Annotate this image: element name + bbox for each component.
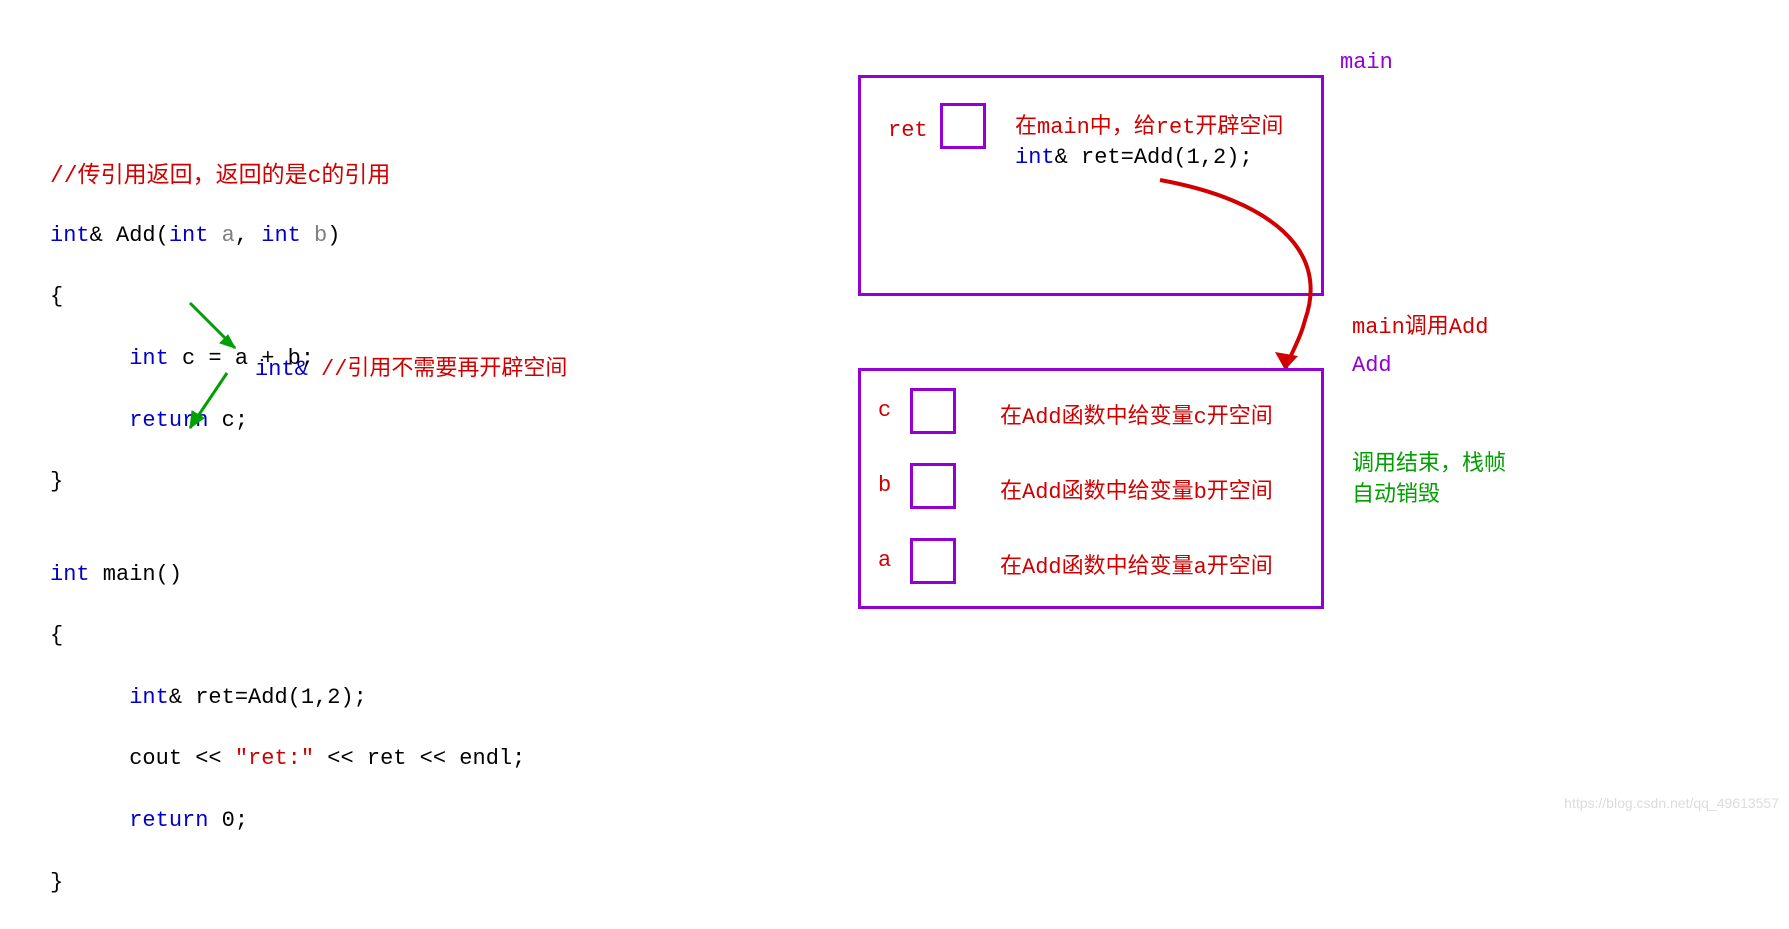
green-note-line2: 自动销毁 — [1352, 481, 1506, 512]
ret-desc: 在main中，给ret开辟空间 — [1015, 108, 1283, 140]
code-line-10: cout << "ret:" << ret << endl; — [50, 744, 525, 775]
indent — [50, 346, 129, 371]
comma: , — [235, 223, 261, 248]
indent — [50, 808, 129, 833]
param-b: b — [301, 223, 327, 248]
indent — [50, 746, 129, 771]
green-note: 调用结束，栈帧 自动销毁 — [1352, 450, 1506, 512]
a-box — [910, 538, 956, 584]
code-line-1: int& Add(int a, int b) — [50, 221, 525, 252]
arrow-return-to-annot-icon — [180, 298, 270, 378]
ret-val: 0; — [208, 808, 248, 833]
arrow-main-to-add-icon — [1150, 170, 1350, 385]
kw-int: int — [50, 223, 90, 248]
code-line-11: return 0; — [50, 806, 525, 837]
annotation-mid: int& //引用不需要再开辟空间 — [255, 350, 567, 382]
string-literal: "ret:" — [235, 746, 314, 771]
watermark: https://blog.csdn.net/qq_49613557 — [1564, 795, 1779, 811]
main-code-rest: ret=Add(1,2); — [1068, 145, 1253, 170]
green-note-line1: 调用结束，栈帧 — [1352, 450, 1506, 481]
expr: ret=Add(1,2); — [182, 685, 367, 710]
ampersand: & — [90, 223, 103, 248]
close-paren: ) — [327, 223, 340, 248]
code-line-9: int& ret=Add(1,2); — [50, 683, 525, 714]
param-a: a — [208, 223, 234, 248]
fn-name: Add( — [103, 223, 169, 248]
ret-label: ret — [888, 118, 928, 143]
kw-int: int — [129, 346, 169, 371]
kw-int: int — [129, 685, 169, 710]
ampersand: & — [169, 685, 182, 710]
ret-box — [940, 103, 986, 149]
indent — [50, 685, 129, 710]
c-label: c — [878, 398, 891, 423]
b-desc: 在Add函数中给变量b开空间 — [1000, 473, 1273, 505]
a-label: a — [878, 548, 891, 573]
comment-top: //传引用返回，返回的是c的引用 — [50, 155, 390, 189]
main-code-line: int& ret=Add(1,2); — [1015, 145, 1253, 170]
a-desc: 在Add函数中给变量a开空间 — [1000, 548, 1273, 580]
kw-int: int — [50, 562, 90, 587]
c-box — [910, 388, 956, 434]
indent — [50, 408, 129, 433]
call-label: main调用Add — [1352, 308, 1488, 340]
main-frame-title: main — [1340, 50, 1393, 75]
kw-int: int — [169, 223, 209, 248]
code-line-2: { — [50, 282, 525, 313]
annot-comment: //引用不需要再开辟空间 — [308, 357, 568, 382]
code-block: int& Add(int a, int b) { int c = a + b; … — [50, 190, 525, 929]
kw-int: int — [261, 223, 301, 248]
main-name: main() — [90, 562, 182, 587]
code-line-5: } — [50, 467, 525, 498]
b-label: b — [878, 473, 891, 498]
code-line-4: return c; — [50, 406, 525, 437]
b-box — [910, 463, 956, 509]
c-desc: 在Add函数中给变量c开空间 — [1000, 398, 1273, 430]
cout: cout << — [129, 746, 235, 771]
code-line-12: } — [50, 868, 525, 899]
kw-int: int — [1015, 145, 1055, 170]
ampersand: & — [1055, 145, 1068, 170]
code-line-8: { — [50, 621, 525, 652]
kw-return: return — [129, 808, 208, 833]
cout-rest: << ret << endl; — [314, 746, 525, 771]
arrow-return-to-ret-icon — [172, 368, 242, 448]
code-line-7: int main() — [50, 560, 525, 591]
add-frame-title: Add — [1352, 353, 1392, 378]
